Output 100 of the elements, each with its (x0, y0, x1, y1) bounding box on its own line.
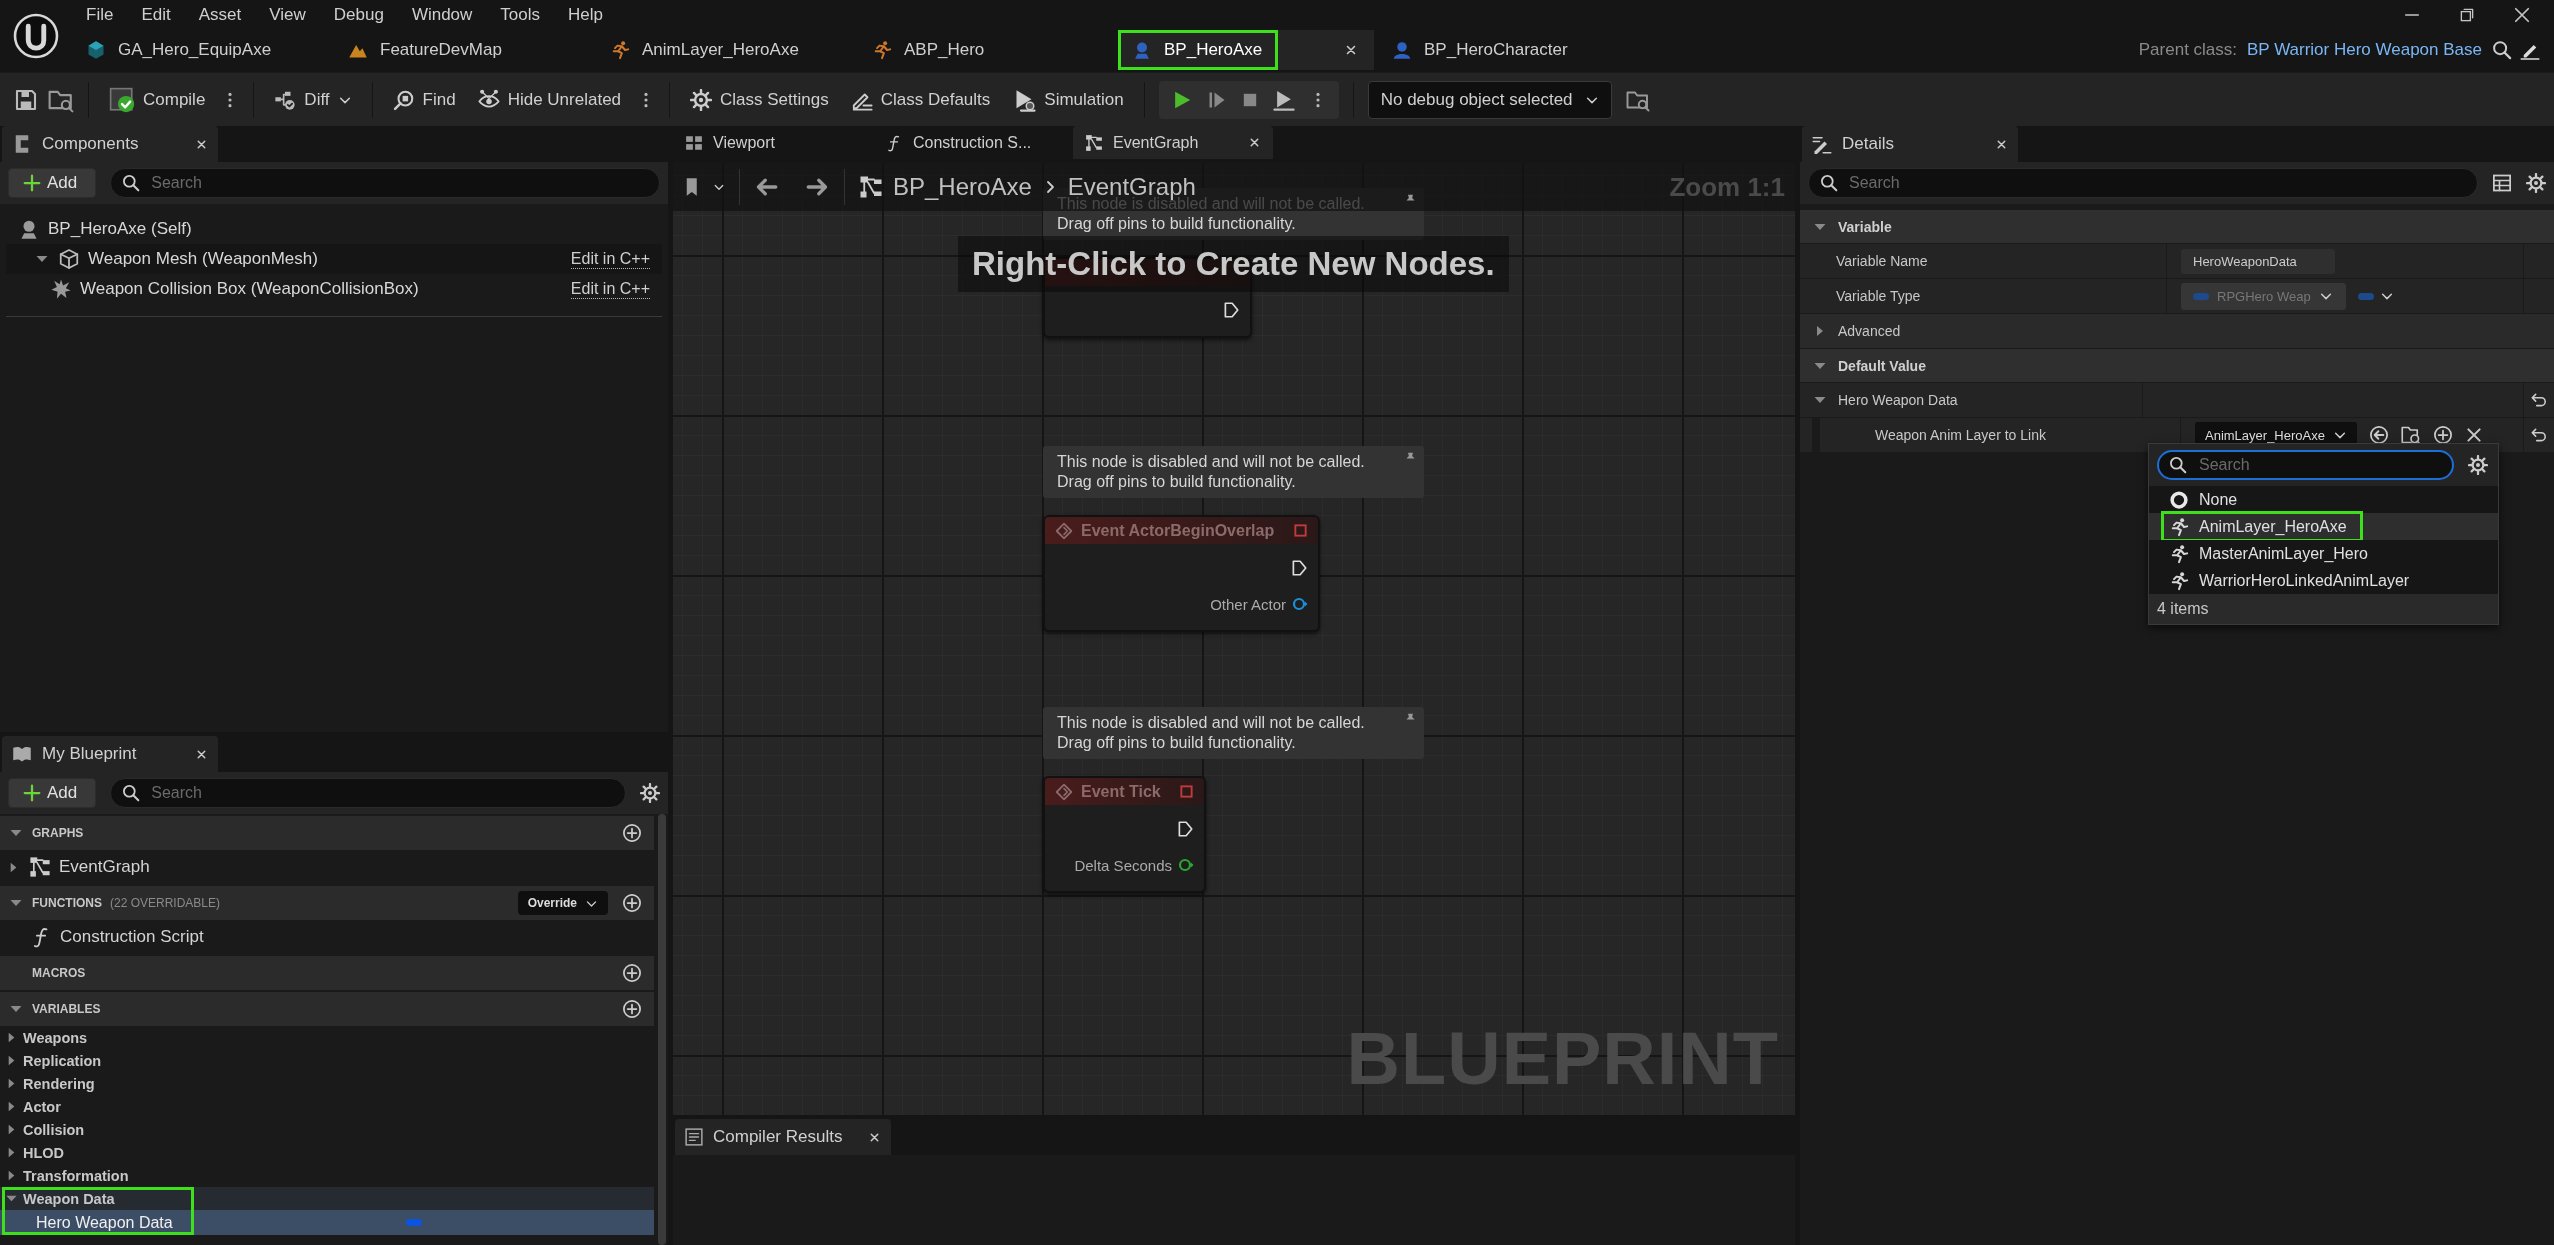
use-selected-icon[interactable] (2369, 425, 2389, 445)
graphs-header[interactable]: GRAPHS (0, 816, 654, 850)
variable-category[interactable]: Collision (23, 1121, 85, 1138)
edit-in-cpp-link[interactable]: Edit in C++ (570, 279, 650, 299)
document-tab[interactable]: BP_HeroAxe (1118, 30, 1278, 70)
running-figure-icon (610, 40, 630, 60)
panel-tab[interactable]: Details (1802, 126, 2018, 162)
component-item[interactable]: Weapon Collision Box (WeaponCollisionBox) (80, 279, 419, 299)
document-tab[interactable]: GA_Hero_EquipAxe (72, 30, 334, 70)
debug-object-dropdown[interactable]: No debug object selected (1367, 80, 1612, 119)
search-field[interactable]: Search (1808, 168, 2478, 198)
edit-in-cpp-link[interactable]: Edit in C++ (570, 249, 650, 269)
document-tab[interactable]: BP_HeroCharacter (1378, 30, 1640, 70)
variables-header[interactable]: VARIABLES (0, 992, 654, 1026)
breadcrumb-item[interactable]: BP_HeroAxe (893, 173, 1032, 201)
add-button[interactable]: Add (8, 168, 97, 198)
menu-item[interactable]: Help (554, 5, 617, 25)
document-tab[interactable]: AnimLayer_HeroAxe (596, 30, 858, 70)
compile-button[interactable]: Compile (103, 82, 212, 117)
diff-button[interactable]: Diff (268, 84, 358, 115)
add-icon[interactable] (622, 999, 642, 1019)
parent-class-link[interactable]: BP Warrior Hero Weapon Base (2247, 40, 2482, 60)
search-field[interactable]: Search (110, 168, 660, 198)
close-icon (1344, 43, 1358, 57)
macros-header[interactable]: MACROS (0, 956, 654, 990)
graph-tab[interactable]: EventGraph (1073, 126, 1273, 159)
add-icon[interactable] (622, 893, 642, 913)
document-tab[interactable]: ABP_Hero (858, 30, 1120, 70)
search-icon[interactable] (2492, 40, 2512, 60)
variable-name-field[interactable]: HeroWeaponData (2181, 248, 2335, 274)
add-icon[interactable] (2433, 425, 2453, 445)
restore-icon[interactable] (2458, 6, 2476, 24)
component-item[interactable]: BP_HeroAxe (Self) (48, 219, 192, 239)
panel-tab[interactable]: Compiler Results (675, 1119, 891, 1155)
simulation-button[interactable]: Simulation (1006, 83, 1130, 116)
menu-item[interactable]: Window (397, 5, 487, 25)
settings-icon[interactable] (2526, 173, 2546, 193)
graph-item[interactable]: EventGraph (59, 857, 150, 877)
class-defaults-button[interactable]: Class Defaults (844, 84, 997, 115)
menu-item[interactable]: File (72, 5, 128, 25)
add-icon[interactable] (622, 963, 642, 983)
browse-icon[interactable] (2401, 425, 2421, 445)
category-header[interactable]: Default Value (1800, 349, 2554, 383)
hide-unrelated-button[interactable]: Hide Unrelated (471, 84, 628, 115)
close-icon[interactable] (2512, 5, 2532, 25)
asset-option[interactable]: WarriorHeroLinkedAnimLayer (2149, 567, 2498, 594)
search-field[interactable]: Search (110, 778, 626, 808)
property-group[interactable]: Advanced (1838, 323, 1901, 339)
reset-icon[interactable] (2530, 391, 2548, 409)
exec-pin-icon[interactable] (1176, 820, 1194, 838)
scrollbar[interactable] (658, 814, 666, 1245)
event-node[interactable]: Event ActorBeginOverlap Other Actor (1043, 515, 1320, 632)
variable-category[interactable]: Weapon Data (23, 1190, 115, 1207)
variable-category[interactable]: HLOD (23, 1144, 65, 1161)
variable-category[interactable]: Transformation (23, 1167, 129, 1184)
class-settings-button[interactable]: Class Settings (684, 84, 835, 115)
graph-tab[interactable]: Construction S... (873, 126, 1073, 159)
engine-logo-icon[interactable] (13, 13, 59, 59)
data-pin-icon[interactable] (1292, 596, 1308, 612)
variable-category[interactable]: Rendering (23, 1075, 95, 1092)
menu-item[interactable]: Asset (184, 5, 256, 25)
variable-category[interactable]: Replication (23, 1052, 102, 1069)
component-item[interactable]: Weapon Mesh (WeaponMesh) (88, 249, 318, 269)
asset-option[interactable]: None (2149, 486, 2498, 513)
graph-tab[interactable]: Viewport (673, 126, 873, 159)
add-icon[interactable] (622, 823, 642, 843)
variable-category[interactable]: Actor (23, 1098, 61, 1115)
asset-option[interactable]: AnimLayer_HeroAxe (2149, 513, 2498, 540)
variable-row[interactable]: Hero Weapon Data (0, 1210, 654, 1235)
parent-class-label: Parent class: (2138, 40, 2238, 60)
clear-icon[interactable] (2465, 426, 2483, 444)
save-icon[interactable] (14, 87, 38, 112)
function-item[interactable]: Construction Script (60, 927, 204, 947)
reset-icon[interactable] (2530, 426, 2548, 444)
asset-option[interactable]: MasterAnimLayer_Hero (2149, 540, 2498, 567)
panel-tab[interactable]: My Blueprint (2, 736, 218, 772)
menu-item[interactable]: View (255, 5, 320, 25)
search-field[interactable]: Search (2157, 450, 2454, 480)
exec-pin-icon[interactable] (1290, 559, 1308, 577)
menu-item[interactable]: Edit (127, 5, 185, 25)
menu-item[interactable]: Tools (486, 5, 555, 25)
simulate-icon[interactable] (1272, 88, 1295, 111)
category-header[interactable]: Variable (1800, 210, 2554, 244)
menu-item[interactable]: Debug (319, 5, 398, 25)
data-pin-icon[interactable] (1178, 857, 1194, 873)
document-tab[interactable]: FeatureDevMap (334, 30, 596, 70)
settings-icon[interactable] (2468, 455, 2488, 475)
settings-icon[interactable] (640, 783, 660, 803)
exec-pin-icon[interactable] (1222, 301, 1240, 319)
functions-header[interactable]: FUNCTIONS (22 OVERRIDABLE) Override (0, 886, 654, 920)
graph-icon (859, 175, 883, 199)
property-group[interactable]: Hero Weapon Data (1838, 392, 1958, 408)
variable-category[interactable]: Weapons (23, 1029, 88, 1046)
event-node[interactable]: Event Tick Delta Seconds (1043, 776, 1206, 893)
panel-tab[interactable]: Components (2, 126, 218, 162)
table-icon[interactable] (2492, 173, 2512, 193)
override-dropdown[interactable]: Override (517, 891, 608, 915)
section-title: MACROS (32, 966, 86, 980)
add-button[interactable]: Add (8, 778, 97, 808)
find-button[interactable]: Find (386, 84, 462, 115)
